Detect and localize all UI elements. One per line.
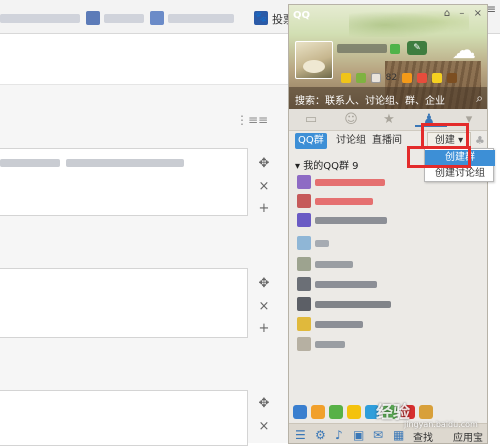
add-icon[interactable]: + xyxy=(256,201,272,217)
move-icon[interactable]: ✥ xyxy=(256,276,272,292)
app-icon[interactable] xyxy=(347,405,361,419)
add-icon[interactable]: + xyxy=(256,321,272,337)
blurred-bookmark[interactable] xyxy=(0,14,80,23)
mail-count: 82 xyxy=(385,73,398,83)
list-item[interactable] xyxy=(297,255,417,273)
online-status-icon[interactable] xyxy=(390,44,400,54)
page-content: ⋮≡ ≡ ✥ × + ✥ × + ✥ × xyxy=(0,34,290,446)
text-editor-3[interactable] xyxy=(0,390,248,446)
calendar-icon[interactable]: ▦ xyxy=(393,428,404,442)
group-avatar xyxy=(297,257,311,271)
gear-icon[interactable]: ⚙ xyxy=(315,428,326,442)
unordered-list-icon[interactable]: ≡ xyxy=(258,113,268,127)
bookmark-icon[interactable] xyxy=(86,11,100,25)
group-avatar xyxy=(297,213,311,227)
status-icons: 82 xyxy=(341,73,459,85)
window-controls[interactable]: ⌂ – × xyxy=(444,8,485,19)
cloud-icon[interactable]: ☁ xyxy=(449,35,479,65)
group-avatar xyxy=(297,277,311,291)
blurred-bookmark[interactable] xyxy=(168,14,234,23)
app-icon[interactable] xyxy=(293,405,307,419)
app-icon[interactable] xyxy=(329,405,343,419)
message-icon[interactable]: ▭ xyxy=(301,112,321,127)
avatar[interactable] xyxy=(295,41,333,79)
qq-logo: QQ xyxy=(293,10,311,21)
watermark-url: jingyan.baidu.com xyxy=(404,420,478,429)
mail-icon[interactable]: ✉ xyxy=(373,428,383,442)
wallet-icon[interactable] xyxy=(401,73,412,83)
star-icon[interactable]: ★ xyxy=(379,112,399,127)
search-input[interactable]: 搜索：联系人、讨论组、群、企业 xyxy=(289,87,487,109)
tab-live-room[interactable]: 直播间 xyxy=(369,133,405,149)
folder-icon[interactable]: ▣ xyxy=(353,428,364,442)
pet-icon[interactable] xyxy=(446,73,457,83)
group-avatar xyxy=(297,175,311,189)
blurred-bookmark[interactable] xyxy=(104,14,144,23)
ordered-list-icon[interactable]: ⋮≡ xyxy=(236,113,258,127)
list-item[interactable] xyxy=(297,192,417,210)
list-item[interactable] xyxy=(297,335,417,353)
nickname[interactable] xyxy=(337,44,387,53)
app-icon[interactable] xyxy=(419,405,433,419)
list-item[interactable] xyxy=(297,173,417,191)
gift-icon[interactable] xyxy=(416,73,427,83)
group-avatar xyxy=(297,337,311,351)
group-list-header[interactable]: ▾ 我的QQ群 9 xyxy=(295,157,359,172)
list-item[interactable] xyxy=(297,315,417,333)
highlight-create-group xyxy=(407,146,471,168)
list-item[interactable] xyxy=(297,275,417,293)
move-icon[interactable]: ✥ xyxy=(256,396,272,412)
list-item[interactable] xyxy=(297,295,417,313)
search-icon[interactable]: ⌕ xyxy=(476,91,483,106)
qq-header: QQ ⌂ – × ✎ ☁ 82 搜索：联系人、讨论组、群、企业 ⌕ xyxy=(289,5,487,109)
zone-icon[interactable] xyxy=(355,73,366,83)
signature-icon[interactable]: ✎ xyxy=(407,41,427,55)
main-menu-icon[interactable]: ☰ xyxy=(295,428,306,442)
move-icon[interactable]: ✥ xyxy=(256,156,272,172)
settings-icon[interactable]: ♣ xyxy=(475,134,485,147)
group-avatar xyxy=(297,297,311,311)
app-center-button[interactable]: 应用宝 xyxy=(453,429,483,443)
paw-icon[interactable]: 🐾 xyxy=(254,11,268,25)
app-icon[interactable] xyxy=(311,405,325,419)
mail-icon[interactable] xyxy=(370,73,381,83)
qq-level-icon[interactable] xyxy=(341,73,351,83)
sound-icon[interactable]: ♪ xyxy=(335,428,343,442)
text-editor-2[interactable] xyxy=(0,268,248,338)
bookmark-icon[interactable] xyxy=(150,11,164,25)
contact-icon[interactable]: ☺ xyxy=(341,112,361,127)
vip-icon[interactable] xyxy=(431,73,442,83)
list-item[interactable] xyxy=(297,211,417,229)
tab-qq-group[interactable]: QQ群 xyxy=(295,133,327,149)
qq-panel: QQ ⌂ – × ✎ ☁ 82 搜索：联系人、讨论组、群、企业 ⌕ ▭ ☺ ★ … xyxy=(288,4,488,444)
tab-discussion-group[interactable]: 讨论组 xyxy=(333,133,369,149)
text-editor-1[interactable] xyxy=(0,148,248,216)
list-item[interactable] xyxy=(297,234,417,252)
close-icon[interactable]: × xyxy=(256,419,272,435)
find-button[interactable]: 查找 xyxy=(413,429,433,443)
group-avatar xyxy=(297,236,311,250)
close-icon[interactable]: × xyxy=(256,179,272,195)
group-avatar xyxy=(297,194,311,208)
group-avatar xyxy=(297,317,311,331)
create-discussion-item[interactable]: 创建讨论组 xyxy=(425,166,495,182)
close-icon[interactable]: × xyxy=(256,299,272,315)
